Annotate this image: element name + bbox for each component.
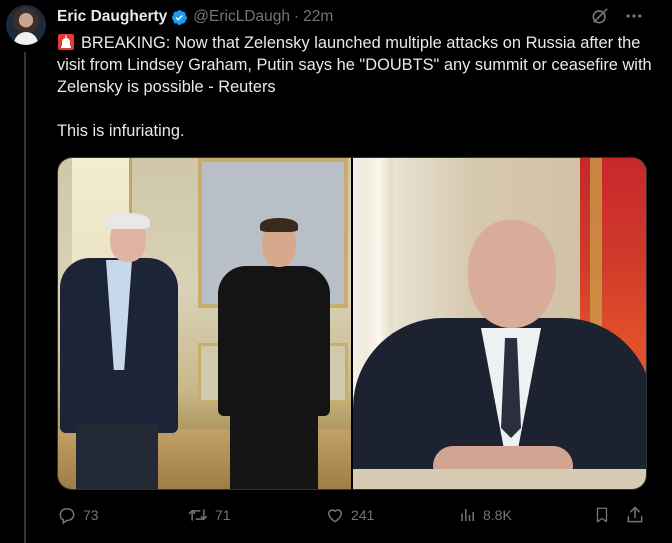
photo-left[interactable] [58,158,351,489]
share-icon [625,505,645,525]
photo-right[interactable] [353,158,646,489]
media-grid [57,157,647,490]
bookmark-button[interactable] [593,503,611,527]
repost-icon [187,505,209,525]
reply-button[interactable]: 73 [57,503,99,527]
action-bar: 73 71 241 8.8K [57,503,647,527]
views-icon [459,505,477,525]
repost-button[interactable]: 71 [187,503,231,527]
reply-count: 73 [83,507,99,523]
timestamp[interactable]: 22m [303,8,333,26]
verified-badge-icon [171,9,188,26]
tweet-body-line2: This is infuriating. [57,122,185,140]
more-icon[interactable] [624,6,644,26]
avatar[interactable] [6,5,46,45]
thread-line [24,52,26,543]
views-count: 8.8K [483,507,512,523]
heart-icon [325,505,345,525]
author-name[interactable]: Eric Daugherty [57,8,167,26]
share-button[interactable] [625,503,645,527]
like-count: 241 [351,507,375,523]
bookmark-icon [593,505,611,525]
tweet-text: BREAKING: Now that Zelensky launched mul… [57,32,662,142]
tweet-body-line: BREAKING: Now that Zelensky launched mul… [57,34,652,96]
separator: · [294,8,300,25]
tweet-header: Eric Daugherty @EricLDaugh · 22m [57,6,333,28]
header-actions [590,6,644,26]
reply-icon [57,505,77,525]
views-button[interactable]: 8.8K [459,503,512,527]
siren-emoji-icon [57,33,75,51]
tweet-body-paragraph: BREAKING: Now that Zelensky launched mul… [57,32,662,98]
author-handle[interactable]: @EricLDaugh [193,8,290,26]
repost-count: 71 [215,507,231,523]
grok-icon[interactable] [590,6,610,26]
like-button[interactable]: 241 [325,503,374,527]
